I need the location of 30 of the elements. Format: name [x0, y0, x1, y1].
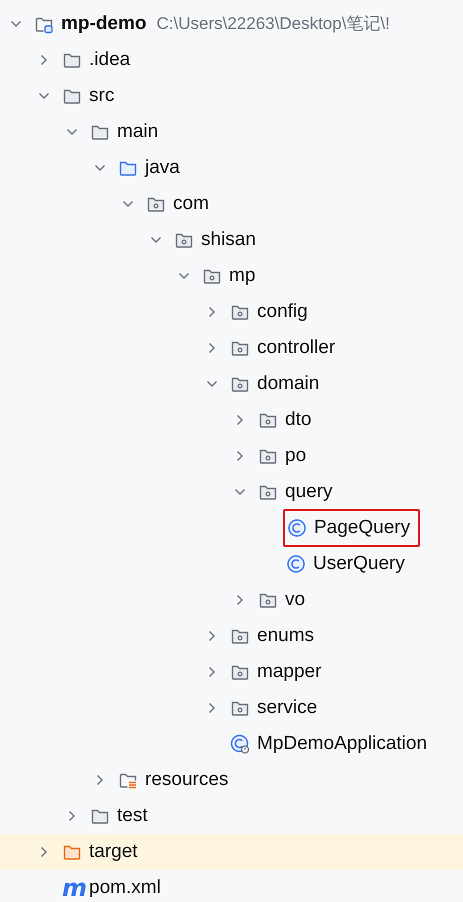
tree-item-label[interactable]: query [285, 480, 333, 504]
tree-item-label[interactable]: target [89, 840, 138, 864]
tree-item-label[interactable]: java [145, 156, 180, 180]
tree-item-label[interactable]: UserQuery [313, 552, 405, 576]
tree-item-label[interactable]: mp [229, 264, 256, 288]
tree-item-label[interactable]: po [285, 444, 306, 468]
tree-item-label[interactable]: config [257, 300, 308, 324]
tree-item-label[interactable]: service [257, 696, 318, 720]
tree-item-label[interactable]: com [173, 192, 209, 216]
tree-item-label[interactable]: MpDemoApplication [257, 732, 428, 756]
tree-item-label[interactable]: resources [145, 768, 228, 792]
tree-item-label[interactable]: mp-demo [61, 12, 146, 36]
tree-item-label[interactable]: pom.xml [89, 876, 161, 900]
module-path: C:\Users\22263\Desktop\笔记\! [156, 13, 390, 36]
tree-item-label[interactable]: shisan [201, 228, 256, 252]
tree-item-label[interactable]: enums [257, 624, 314, 648]
tree-item-label[interactable]: controller [257, 336, 336, 360]
tree-item-label[interactable]: src [89, 84, 114, 108]
tree-item-label[interactable]: vo [285, 588, 306, 612]
tree-item-label[interactable]: domain [257, 372, 320, 396]
tree-item-label[interactable]: PageQuery [314, 516, 410, 540]
tree-item-label[interactable]: dto [285, 408, 312, 432]
excluded-row-highlight[interactable]: target [0, 834, 463, 870]
tree-item-label[interactable]: main [117, 120, 158, 144]
tree-item-label[interactable]: .idea [89, 48, 130, 72]
tree-item-label[interactable]: test [117, 804, 148, 828]
class-icon [230, 734, 250, 754]
class-icon [286, 554, 306, 574]
class-icon [287, 518, 307, 538]
tree-item-label[interactable]: mapper [257, 660, 322, 684]
